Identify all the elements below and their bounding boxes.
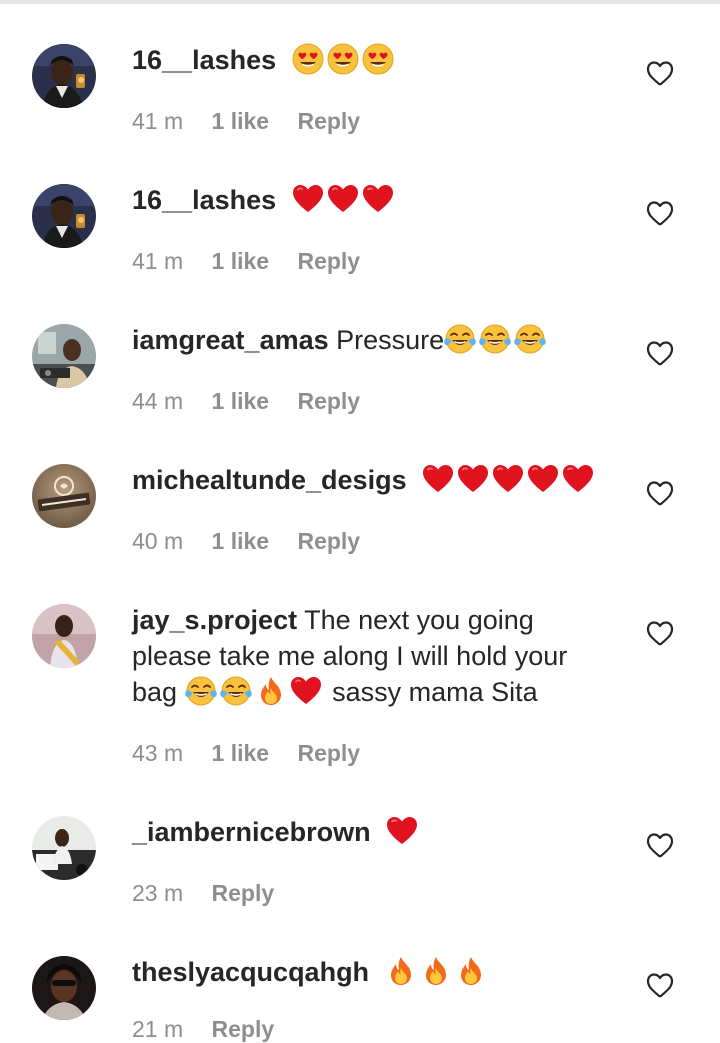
comment-meta: 43 m 1 like Reply bbox=[132, 740, 382, 767]
comment-meta: 41 m 1 like Reply bbox=[132, 248, 382, 275]
likes-count[interactable]: 1 like bbox=[212, 108, 270, 134]
likes-count[interactable]: 1 like bbox=[212, 740, 270, 766]
like-heart-icon[interactable] bbox=[646, 832, 674, 858]
red-heart-emoji-icon bbox=[327, 183, 359, 215]
comment-body: 16__lashes bbox=[132, 42, 602, 78]
comment-body: theslyacqucqahgh bbox=[132, 954, 602, 990]
comment-time: 41 m bbox=[132, 248, 184, 274]
avatar[interactable] bbox=[32, 184, 96, 248]
like-heart-icon[interactable] bbox=[646, 340, 674, 366]
comment-time: 44 m bbox=[132, 388, 184, 414]
likes-count[interactable]: 1 like bbox=[212, 248, 270, 274]
fire-emoji-icon bbox=[255, 675, 287, 707]
comment-username[interactable]: jay_s.project bbox=[132, 605, 297, 635]
comment-text: The next you going bbox=[304, 605, 534, 635]
comment-meta: 44 m 1 like Reply bbox=[132, 388, 382, 415]
comment-username[interactable]: _iambernicebrown bbox=[132, 817, 371, 847]
comment-body: michealtunde_desigs bbox=[132, 462, 602, 498]
comment-meta: 21 m Reply bbox=[132, 1016, 296, 1043]
fire-emoji-icon bbox=[455, 955, 487, 987]
tears-of-joy-emoji-icon bbox=[220, 675, 252, 707]
red-heart-emoji-icon bbox=[290, 675, 322, 707]
like-heart-icon[interactable] bbox=[646, 620, 674, 646]
comment-username[interactable]: michealtunde_desigs bbox=[132, 465, 407, 495]
red-heart-emoji-icon bbox=[422, 463, 454, 495]
like-heart-icon[interactable] bbox=[646, 200, 674, 226]
top-divider bbox=[0, 0, 720, 4]
comment-text-line: jay_s.project The next you going bbox=[132, 602, 602, 638]
red-heart-emoji-icon bbox=[562, 463, 594, 495]
avatar[interactable] bbox=[32, 324, 96, 388]
comment-text: Pressure bbox=[336, 325, 445, 355]
comment-time: 41 m bbox=[132, 108, 184, 134]
reply-button[interactable]: Reply bbox=[297, 108, 360, 134]
comment-body: iamgreat_amas Pressure bbox=[132, 322, 602, 358]
comment-body: _iambernicebrown bbox=[132, 814, 602, 850]
tears-of-joy-emoji-icon bbox=[185, 675, 217, 707]
tears-of-joy-emoji-icon bbox=[444, 323, 476, 355]
red-heart-emoji-icon bbox=[386, 815, 418, 847]
comment-body: jay_s.project The next you going please … bbox=[132, 602, 602, 710]
red-heart-emoji-icon bbox=[362, 183, 394, 215]
tears-of-joy-emoji-icon bbox=[514, 323, 546, 355]
comment-username[interactable]: 16__lashes bbox=[132, 45, 276, 75]
heart-eyes-emoji-icon bbox=[292, 43, 324, 75]
tears-of-joy-emoji-icon bbox=[479, 323, 511, 355]
reply-button[interactable]: Reply bbox=[297, 528, 360, 554]
avatar[interactable] bbox=[32, 464, 96, 528]
red-heart-emoji-icon bbox=[457, 463, 489, 495]
heart-eyes-emoji-icon bbox=[327, 43, 359, 75]
red-heart-emoji-icon bbox=[492, 463, 524, 495]
likes-count[interactable]: 1 like bbox=[212, 528, 270, 554]
comment-username[interactable]: 16__lashes bbox=[132, 185, 276, 215]
reply-button[interactable]: Reply bbox=[297, 740, 360, 766]
comment-meta: 41 m 1 like Reply bbox=[132, 108, 382, 135]
like-heart-icon[interactable] bbox=[646, 480, 674, 506]
reply-button[interactable]: Reply bbox=[212, 1016, 275, 1042]
comment-meta: 23 m Reply bbox=[132, 880, 296, 907]
comment-username[interactable]: iamgreat_amas bbox=[132, 325, 329, 355]
comment-text: please take me along I will hold your bbox=[132, 641, 568, 671]
avatar[interactable] bbox=[32, 604, 96, 668]
avatar[interactable] bbox=[32, 816, 96, 880]
comment-username[interactable]: theslyacqucqahgh bbox=[132, 957, 369, 987]
comment-text-line: bag sassy mama Sita bbox=[132, 674, 602, 710]
heart-eyes-emoji-icon bbox=[362, 43, 394, 75]
comment-time: 21 m bbox=[132, 1016, 184, 1042]
reply-button[interactable]: Reply bbox=[212, 880, 275, 906]
like-heart-icon[interactable] bbox=[646, 972, 674, 998]
comment-time: 23 m bbox=[132, 880, 184, 906]
red-heart-emoji-icon bbox=[292, 183, 324, 215]
red-heart-emoji-icon bbox=[527, 463, 559, 495]
reply-button[interactable]: Reply bbox=[297, 388, 360, 414]
comment-body: 16__lashes bbox=[132, 182, 602, 218]
like-heart-icon[interactable] bbox=[646, 60, 674, 86]
fire-emoji-icon bbox=[385, 955, 417, 987]
comment-time: 40 m bbox=[132, 528, 184, 554]
reply-button[interactable]: Reply bbox=[297, 248, 360, 274]
fire-emoji-icon bbox=[420, 955, 452, 987]
avatar[interactable] bbox=[32, 956, 96, 1020]
avatar[interactable] bbox=[32, 44, 96, 108]
comment-meta: 40 m 1 like Reply bbox=[132, 528, 382, 555]
comment-time: 43 m bbox=[132, 740, 184, 766]
comment-text: bag bbox=[132, 677, 178, 707]
likes-count[interactable]: 1 like bbox=[212, 388, 270, 414]
comment-text: sassy mama Sita bbox=[332, 677, 538, 707]
